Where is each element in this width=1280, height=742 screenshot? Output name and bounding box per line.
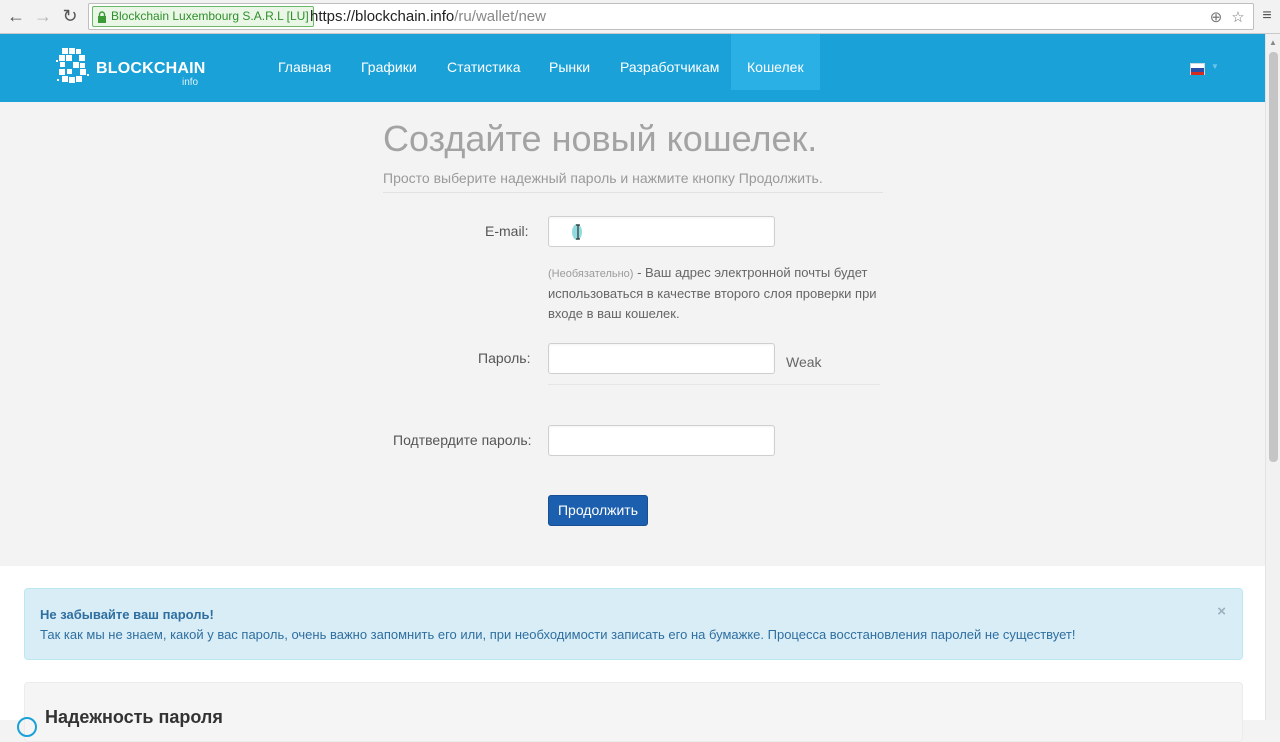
ev-certificate-name: Blockchain Luxembourg S.A.R.L [LU] — [111, 9, 309, 23]
back-arrow-icon[interactable]: ← — [5, 5, 27, 27]
zoom-icon[interactable]: ⊕ — [1207, 8, 1225, 26]
password-strength-divider — [548, 384, 880, 385]
reload-icon[interactable]: ↻ — [59, 5, 81, 27]
site-navbar: BLOCKCHAIN info Главная Графики Статисти… — [0, 34, 1265, 102]
password-label: Пароль: — [478, 350, 531, 366]
alert-text: Так как мы не знаем, какой у вас пароль,… — [40, 627, 1076, 642]
title-divider — [383, 192, 883, 193]
nav-markets[interactable]: Рынки — [549, 34, 590, 90]
info-circle-icon — [17, 717, 37, 737]
email-help-text: (Необязательно) - Ваш адрес электронной … — [548, 263, 893, 324]
alert-title: Не забывайте ваш пароль! — [40, 607, 214, 622]
forward-arrow-icon[interactable]: → — [32, 5, 54, 27]
panel-title: Надежность пароля — [45, 707, 223, 727]
close-icon[interactable]: × — [1217, 603, 1226, 620]
email-label: E-mail: — [485, 223, 529, 239]
page-title: Создайте новый кошелек. — [383, 118, 818, 159]
password-reminder-alert: Не забывайте ваш пароль! Так как мы не з… — [24, 588, 1243, 660]
menu-icon[interactable]: ≡ — [1256, 5, 1278, 27]
nav-wallet[interactable]: Кошелек — [731, 34, 820, 90]
brand-subtitle: info — [182, 77, 199, 88]
russian-flag-icon[interactable] — [1190, 63, 1205, 75]
blockchain-logo-icon — [56, 48, 89, 83]
scroll-up-arrow-icon[interactable]: ▲ — [1269, 38, 1277, 47]
page-scrollbar[interactable]: ▲ — [1265, 34, 1280, 720]
continue-button[interactable]: Продолжить — [548, 495, 648, 526]
url-text[interactable]: https://blockchain.info/ru/wallet/new — [310, 7, 546, 27]
confirm-password-field[interactable] — [548, 425, 775, 456]
nav-stats[interactable]: Статистика — [447, 34, 521, 90]
password-field[interactable] — [548, 343, 775, 374]
password-strength-label: Weak — [786, 354, 822, 370]
nav-developers[interactable]: Разработчикам — [620, 34, 719, 90]
nav-home[interactable]: Главная — [278, 34, 331, 90]
url-path: /ru/wallet/new — [454, 8, 546, 25]
scrollbar-thumb[interactable] — [1269, 52, 1278, 462]
page-subtitle: Просто выберите надежный пароль и нажмит… — [383, 170, 823, 186]
address-bar[interactable]: Blockchain Luxembourg S.A.R.L [LU] https… — [88, 3, 1254, 30]
optional-tag: (Необязательно) — [548, 268, 634, 280]
language-caret-icon[interactable]: ▼ — [1211, 62, 1219, 71]
url-host: https://blockchain.info — [310, 8, 455, 25]
text-cursor-icon — [572, 224, 582, 240]
email-field[interactable] — [548, 216, 775, 247]
browser-toolbar: ← → ↻ Blockchain Luxembourg S.A.R.L [LU]… — [0, 0, 1280, 34]
brand-name: BLOCKCHAIN — [96, 60, 206, 77]
nav-charts[interactable]: Графики — [361, 34, 417, 90]
ev-certificate-badge[interactable]: Blockchain Luxembourg S.A.R.L [LU] — [92, 6, 314, 27]
bookmark-star-icon[interactable]: ☆ — [1229, 8, 1247, 26]
lock-icon — [98, 11, 106, 23]
confirm-password-label: Подтвердите пароль: — [393, 432, 532, 448]
password-strength-panel: Надежность пароля — [17, 682, 1243, 742]
